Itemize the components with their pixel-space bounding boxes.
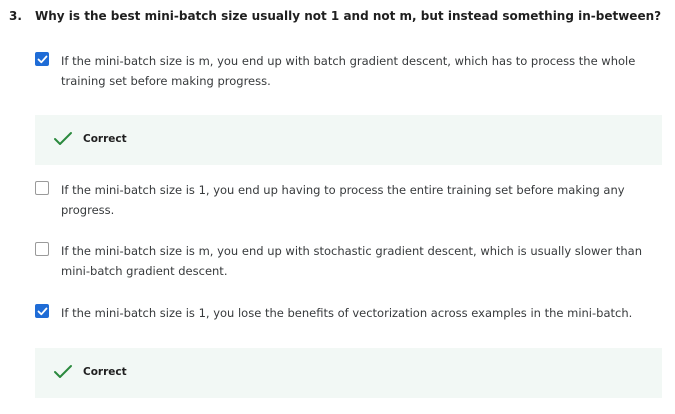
feedback-label: Correct (83, 133, 127, 145)
checkbox-checked[interactable] (35, 52, 49, 66)
answer-option-text: If the mini-batch size is 1, you lose th… (61, 306, 633, 320)
checkmark-icon (37, 307, 48, 316)
checkbox-unchecked[interactable] (35, 181, 49, 195)
question-number: 3. (9, 9, 22, 23)
answer-option-text: If the mini-batch size is 1, you end up … (61, 183, 625, 217)
checkmark-icon (37, 55, 48, 64)
checkbox-checked[interactable] (35, 304, 49, 318)
feedback-label: Correct (83, 366, 127, 378)
answer-option-text: If the mini-batch size is m, you end up … (61, 54, 636, 88)
answer-option-text: If the mini-batch size is m, you end up … (61, 244, 643, 278)
feedback-correct: Correct (35, 115, 662, 165)
correct-check-icon (54, 132, 72, 145)
feedback-correct: Correct (35, 348, 662, 398)
question-text: Why is the best mini-batch size usually … (35, 9, 662, 23)
correct-check-icon (54, 365, 72, 378)
checkbox-unchecked[interactable] (35, 242, 49, 256)
